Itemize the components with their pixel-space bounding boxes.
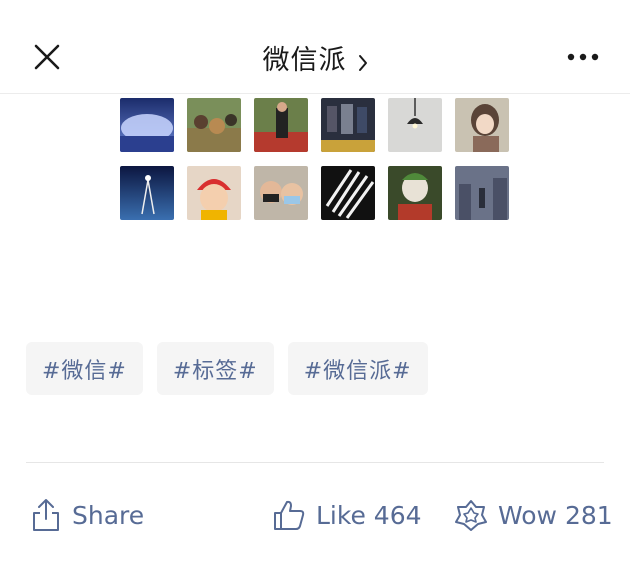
- thumbnail-moon-night[interactable]: [120, 98, 174, 152]
- action-bar: Share Like 464 Wow 281: [0, 490, 630, 540]
- more-icon[interactable]: [566, 44, 600, 70]
- top-bar: 微信派: [0, 0, 630, 94]
- thumbs-up-icon: [274, 500, 305, 530]
- tag-chip[interactable]: #微信派#: [287, 342, 428, 395]
- like-button[interactable]: Like 464: [272, 490, 422, 540]
- tag-list: #微信# #标签# #微信派#: [26, 342, 428, 395]
- thumbnail-stripes[interactable]: [321, 166, 375, 220]
- thumbnail-garden-person[interactable]: [254, 98, 308, 152]
- tag-chip[interactable]: #标签#: [156, 342, 274, 395]
- thumbnail-kids-masks[interactable]: [254, 166, 308, 220]
- thumbnail-movie-poster[interactable]: [321, 98, 375, 152]
- thumbnail-child-red-hat[interactable]: [187, 166, 241, 220]
- wow-star-icon: [455, 500, 487, 531]
- thumbnail-anime-girl[interactable]: [455, 98, 509, 152]
- divider: [26, 462, 604, 463]
- page-title[interactable]: 微信派: [262, 45, 346, 76]
- thumbnail-animals[interactable]: [187, 98, 241, 152]
- wow-button[interactable]: Wow 281: [454, 490, 613, 540]
- avatar-row: [120, 166, 509, 220]
- like-label: Like 464: [316, 500, 422, 530]
- avatar-grid: [120, 98, 509, 234]
- share-icon: [33, 499, 59, 531]
- thumbnail-night-sky[interactable]: [120, 166, 174, 220]
- share-label: Share: [72, 500, 145, 530]
- wow-label: Wow 281: [498, 500, 613, 530]
- avatar-row: [120, 98, 509, 152]
- thumbnail-anime-street[interactable]: [455, 166, 509, 220]
- share-button[interactable]: Share: [30, 490, 144, 540]
- thumbnail-pendant-lamp[interactable]: [388, 98, 442, 152]
- tag-chip[interactable]: #微信#: [26, 342, 143, 395]
- thumbnail-joker[interactable]: [388, 166, 442, 220]
- title-area[interactable]: 微信派: [0, 38, 630, 77]
- chevron-right-icon: [358, 54, 367, 71]
